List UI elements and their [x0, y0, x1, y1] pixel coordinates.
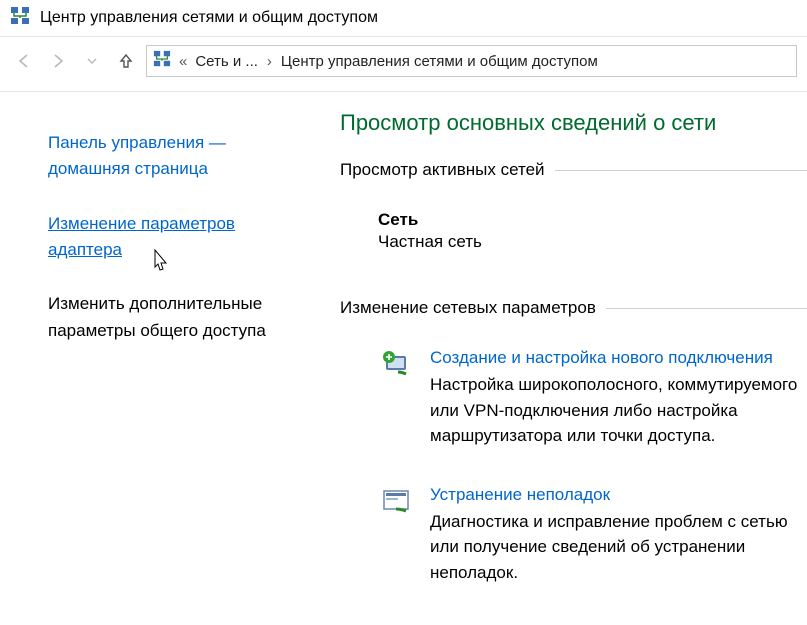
breadcrumb-seg-network[interactable]: Сеть и ...	[195, 53, 258, 70]
nav-up-button[interactable]	[112, 47, 140, 75]
network-name: Сеть	[378, 210, 807, 230]
address-bar[interactable]: « Сеть и ... › Центр управления сетями и…	[146, 45, 797, 77]
troubleshoot-link[interactable]: Устранение неполадок	[430, 485, 610, 504]
divider	[555, 170, 807, 171]
nav-forward-button[interactable]	[44, 47, 72, 75]
page-heading: Просмотр основных сведений о сети	[340, 110, 807, 136]
control-panel-home-link[interactable]: Панель управления — домашняя страница	[48, 133, 226, 178]
content-area: Панель управления — домашняя страница Из…	[0, 92, 807, 621]
troubleshoot-desc: Диагностика и исправление проблем с сеть…	[430, 509, 807, 586]
chevron-right-icon[interactable]: ›	[264, 53, 275, 70]
network-center-icon	[153, 50, 171, 72]
active-networks-label: Просмотр активных сетей	[340, 160, 545, 180]
setup-connection-link[interactable]: Создание и настройка нового подключения	[430, 348, 773, 367]
divider	[606, 308, 807, 309]
nav-recent-button[interactable]	[78, 47, 106, 75]
nav-back-button[interactable]	[10, 47, 38, 75]
change-adapter-settings-link[interactable]: Изменение параметров адаптера	[48, 214, 235, 259]
setup-connection-icon	[380, 348, 412, 380]
change-sharing-settings-link[interactable]: Изменить дополнительные параметры общего…	[48, 294, 266, 339]
change-settings-label: Изменение сетевых параметров	[340, 298, 596, 318]
breadcrumb-root[interactable]: «	[177, 53, 189, 70]
network-center-icon	[10, 6, 30, 30]
navbar: « Сеть и ... › Центр управления сетями и…	[0, 37, 807, 92]
change-settings-section: Изменение сетевых параметров	[340, 298, 807, 318]
troubleshoot-item[interactable]: Устранение неполадок Диагностика и испра…	[340, 485, 807, 586]
breadcrumb-seg-current[interactable]: Центр управления сетями и общим доступом	[281, 53, 598, 70]
titlebar: Центр управления сетями и общим доступом	[0, 0, 807, 37]
network-type: Частная сеть	[378, 232, 807, 252]
window-title: Центр управления сетями и общим доступом	[40, 9, 378, 27]
setup-connection-item[interactable]: Создание и настройка нового подключения …	[340, 348, 807, 449]
troubleshoot-icon	[380, 485, 412, 517]
main-panel: Просмотр основных сведений о сети Просмо…	[330, 110, 807, 621]
setup-connection-desc: Настройка широкополосного, коммутируемог…	[430, 372, 807, 449]
active-networks-section: Просмотр активных сетей	[340, 160, 807, 180]
network-entry: Сеть Частная сеть	[340, 210, 807, 252]
sidebar: Панель управления — домашняя страница Из…	[0, 110, 330, 621]
